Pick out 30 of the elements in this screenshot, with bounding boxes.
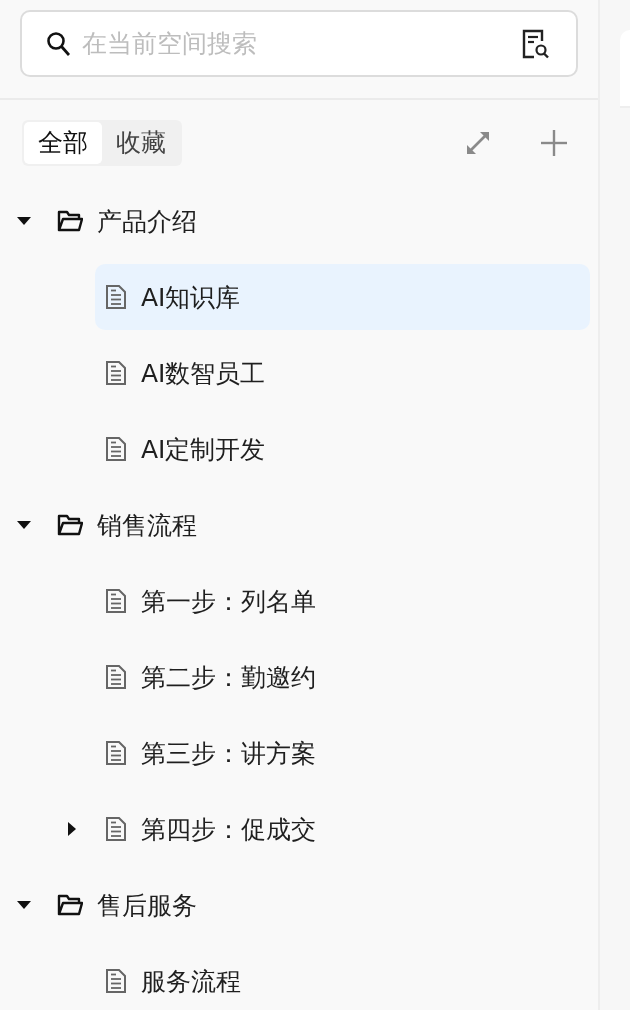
tree-item[interactable]: AI知识库 — [95, 264, 590, 330]
document-icon — [105, 284, 127, 310]
tree-item[interactable]: 第四步：促成交 — [95, 796, 590, 862]
tree-item[interactable]: 售后服务 — [47, 872, 590, 938]
document-icon — [105, 588, 127, 614]
tree-item[interactable]: AI数智员工 — [95, 340, 590, 406]
folder-icon — [57, 894, 83, 916]
add-icon[interactable] — [540, 129, 568, 157]
tree-item[interactable]: AI定制开发 — [95, 416, 590, 482]
tree-item[interactable]: 第二步：勤邀约 — [95, 644, 590, 710]
tree-item[interactable]: 第一步：列名单 — [95, 568, 590, 634]
folder-icon — [57, 514, 83, 536]
document-icon — [105, 816, 127, 842]
tree-item[interactable]: 服务流程 — [95, 948, 590, 1010]
tree-item[interactable]: 第三步：讲方案 — [95, 720, 590, 786]
search-field[interactable]: 在当前空间搜索 — [80, 28, 512, 59]
document-icon — [105, 968, 127, 994]
tab[interactable]: 收藏 — [102, 122, 180, 164]
search-icon — [46, 30, 70, 57]
document-icon — [105, 436, 127, 462]
folder-icon — [57, 210, 83, 232]
tree-item[interactable]: 销售流程 — [47, 492, 590, 558]
tab[interactable]: 全部 — [24, 122, 102, 164]
document-icon — [105, 360, 127, 386]
document-icon — [105, 664, 127, 690]
expand-icon[interactable] — [464, 129, 492, 157]
document-icon — [105, 740, 127, 766]
tree-item[interactable]: 产品介绍 — [47, 188, 590, 254]
document-search-icon[interactable] — [522, 28, 550, 59]
search-bar[interactable]: 在当前空间搜索 — [20, 10, 578, 77]
